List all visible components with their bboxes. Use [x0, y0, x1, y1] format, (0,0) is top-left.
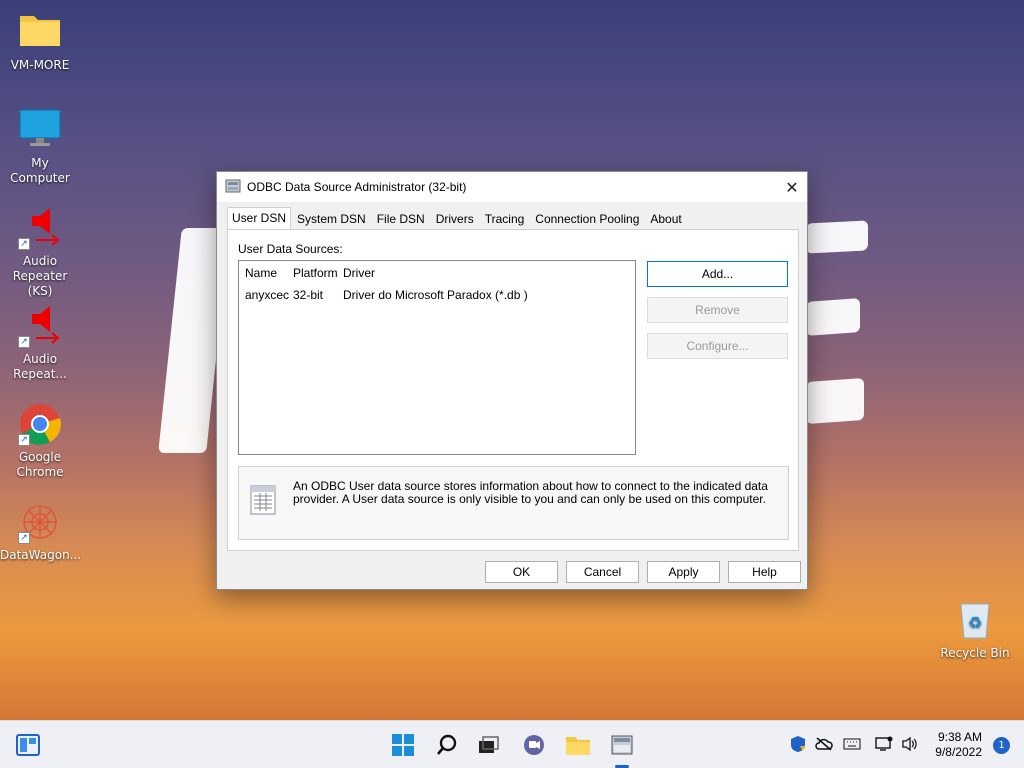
cancel-button[interactable]: Cancel [566, 561, 639, 583]
user-dsn-panel: User Data Sources: Name Platform Driver … [227, 229, 799, 551]
desktop-icon-my-computer[interactable]: My Computer [0, 108, 80, 186]
tab-tracing[interactable]: Tracing [480, 208, 530, 230]
column-header-name[interactable]: Name [239, 266, 287, 280]
speaker-arrow-icon: ↗ [18, 206, 62, 250]
shortcut-arrow-icon: ↗ [18, 434, 30, 446]
recycle-bin-icon: ♻ [953, 598, 997, 642]
row-driver: Driver do Microsoft Paradox (*.db ) [343, 288, 528, 302]
close-icon[interactable]: ✕ [777, 172, 807, 202]
shortcut-arrow-icon: ↗ [18, 238, 30, 250]
clock-time: 9:38 AM [937, 730, 982, 744]
notification-badge[interactable]: 1 [993, 737, 1010, 754]
wallpaper-streak [806, 377, 864, 425]
desktop-icon-label: My Computer [10, 156, 70, 185]
data-sources-list[interactable]: Name Platform Driver anyxcec 32-bit Driv… [238, 260, 636, 455]
row-platform: 32-bit [293, 288, 324, 302]
svg-text:♻: ♻ [968, 613, 982, 632]
ok-button[interactable]: OK [485, 561, 558, 583]
tab-system-dsn[interactable]: System DSN [292, 208, 371, 230]
volume-icon[interactable] [901, 736, 919, 755]
widgets-icon[interactable] [14, 731, 42, 759]
desktop-icon-label: Audio Repeater (KS) [12, 254, 68, 298]
search-icon[interactable] [433, 731, 461, 759]
tab-drivers[interactable]: Drivers [431, 208, 479, 230]
odbc-dialog: ODBC Data Source Administrator (32-bit) … [216, 171, 808, 590]
desktop-icon-google-chrome[interactable]: ↗ Google Chrome [0, 402, 80, 480]
tab-connection-pooling[interactable]: Connection Pooling [530, 208, 644, 230]
add-button[interactable]: Add... [647, 261, 788, 287]
system-tray [790, 721, 919, 768]
network-icon[interactable] [875, 736, 893, 755]
shortcut-arrow-icon: ↗ [18, 532, 30, 544]
chat-icon[interactable] [520, 731, 548, 759]
datawagon-icon: ↗ [18, 500, 62, 544]
list-item[interactable]: anyxcec 32-bit Driver do Microsoft Parad… [239, 285, 635, 305]
desktop-icon-recycle-bin[interactable]: ♻ Recycle Bin [935, 598, 1015, 661]
wallpaper-streak [806, 298, 860, 336]
desktop-icon-label: Recycle Bin [940, 646, 1010, 660]
remove-button[interactable]: Remove [647, 297, 788, 323]
dialog-titlebar[interactable]: ODBC Data Source Administrator (32-bit) … [217, 172, 807, 202]
desktop-icon-label: VM-MORE [10, 58, 70, 72]
folder-icon [18, 10, 62, 54]
desktop-icon-label: DataWagon... [0, 548, 82, 562]
task-view-icon[interactable] [474, 731, 502, 759]
file-explorer-icon[interactable] [564, 731, 592, 759]
keyboard-icon[interactable] [843, 738, 861, 753]
desktop-icon-label: Google Chrome [16, 450, 64, 479]
monitor-icon [18, 108, 62, 152]
help-button[interactable]: Help [728, 561, 801, 583]
shortcut-arrow-icon: ↗ [18, 336, 30, 348]
clock[interactable]: 9:38 AM 9/8/2022 [935, 730, 982, 760]
clock-date: 9/8/2022 [935, 745, 982, 759]
wallpaper-streak [806, 220, 868, 254]
tab-strip: User DSN System DSN File DSN Drivers Tra… [227, 207, 688, 230]
data-source-info-icon [247, 483, 279, 517]
odbc-taskbar-icon[interactable] [608, 731, 636, 759]
dialog-title: ODBC Data Source Administrator (32-bit) [247, 180, 467, 194]
section-label: User Data Sources: [238, 242, 343, 256]
configure-button[interactable]: Configure... [647, 333, 788, 359]
apply-button[interactable]: Apply [647, 561, 720, 583]
taskbar: 9:38 AM 9/8/2022 1 [0, 720, 1024, 768]
desktop-icon-audio-repeater[interactable]: ↗ Audio Repeat... [0, 304, 80, 382]
chrome-icon: ↗ [18, 402, 62, 446]
tab-about[interactable]: About [645, 208, 686, 230]
desktop-icon-vm-more[interactable]: VM-MORE [0, 10, 80, 73]
info-box: An ODBC User data source stores informat… [238, 466, 789, 540]
column-header-platform[interactable]: Platform [287, 266, 338, 280]
security-shield-icon[interactable] [790, 735, 806, 756]
speaker-arrow-icon: ↗ [18, 304, 62, 348]
row-name: anyxcec [245, 288, 290, 302]
tab-user-dsn[interactable]: User DSN [227, 207, 292, 230]
onedrive-offline-icon[interactable] [815, 736, 833, 754]
info-text: An ODBC User data source stores informat… [293, 479, 768, 506]
desktop-icon-audio-repeater-ks[interactable]: ↗ Audio Repeater (KS) [0, 206, 80, 299]
column-header-driver[interactable]: Driver [337, 266, 375, 280]
start-icon[interactable] [389, 731, 417, 759]
desktop-icon-label: Audio Repeat... [13, 352, 67, 381]
list-header: Name Platform Driver [239, 261, 635, 285]
odbc-app-icon [225, 179, 241, 196]
desktop-icon-datawagon[interactable]: ↗ DataWagon... [0, 500, 82, 563]
tab-file-dsn[interactable]: File DSN [372, 208, 430, 230]
